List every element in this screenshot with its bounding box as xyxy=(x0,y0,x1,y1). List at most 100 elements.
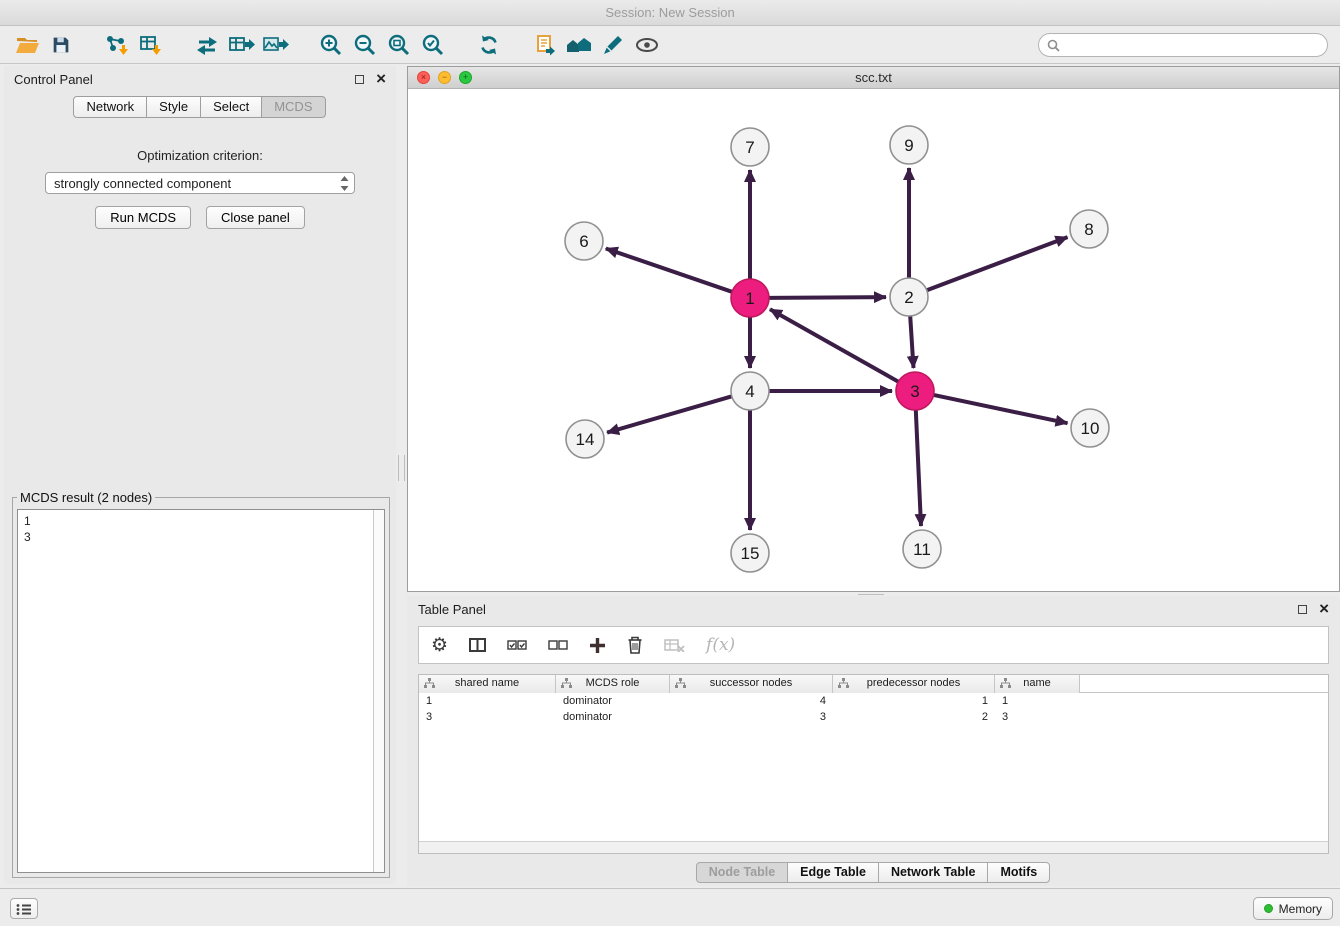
graph-edge-2-8[interactable] xyxy=(927,237,1068,290)
add-row-icon[interactable] xyxy=(589,637,606,654)
table-cell-mcds-role[interactable]: dominator xyxy=(556,693,670,709)
table-cell-shared-name[interactable]: 1 xyxy=(419,693,556,709)
table-cell-successor-nodes[interactable]: 4 xyxy=(670,693,833,709)
graph-node-6[interactable]: 6 xyxy=(565,222,603,260)
tab-motifs[interactable]: Motifs xyxy=(987,862,1050,883)
save-icon[interactable] xyxy=(44,30,78,60)
memory-button[interactable]: Memory xyxy=(1253,897,1333,920)
zoom-out-icon[interactable] xyxy=(348,30,382,60)
table-cell-predecessor-nodes[interactable]: 1 xyxy=(833,693,995,709)
mcds-result-title: MCDS result (2 nodes) xyxy=(17,490,155,505)
table-toolbar: ⚙ f(x) xyxy=(418,626,1329,664)
table-cell-mcds-role[interactable]: dominator xyxy=(556,709,670,725)
graph-node-10[interactable]: 10 xyxy=(1071,409,1109,447)
open-file-icon[interactable] xyxy=(10,30,44,60)
graph-node-1[interactable]: 1 xyxy=(731,279,769,317)
network-window: scc.txt × − + 7 9 6 8 1 2 4 3 14 10 15 11 xyxy=(407,66,1340,592)
tab-edge-table[interactable]: Edge Table xyxy=(787,862,879,883)
graph-node-14[interactable]: 14 xyxy=(566,420,604,458)
close-table-panel-icon[interactable]: × xyxy=(1319,604,1329,614)
function-builder-icon[interactable]: f(x) xyxy=(706,635,735,655)
graph-node-7[interactable]: 7 xyxy=(731,128,769,166)
float-panel-icon[interactable] xyxy=(355,75,364,84)
graph-node-4[interactable]: 4 xyxy=(731,372,769,410)
eye-icon[interactable] xyxy=(630,30,664,60)
export-table-icon[interactable] xyxy=(224,30,258,60)
column-header-shared-name[interactable]: shared name xyxy=(419,675,556,693)
table-cell-name[interactable]: 3 xyxy=(995,709,1080,725)
select-all-icon[interactable] xyxy=(507,639,527,651)
graph-node-3[interactable]: 3 xyxy=(896,372,934,410)
graph-edge-1-6[interactable] xyxy=(606,249,732,292)
svg-text:6: 6 xyxy=(579,232,588,251)
result-scrollbar[interactable] xyxy=(373,510,384,872)
run-mcds-button[interactable]: Run MCDS xyxy=(95,206,191,229)
tab-style[interactable]: Style xyxy=(146,96,201,118)
refresh-icon[interactable] xyxy=(472,30,506,60)
close-panel-button[interactable]: Close panel xyxy=(206,206,305,229)
graph-node-2[interactable]: 2 xyxy=(890,278,928,316)
delete-table-icon[interactable] xyxy=(664,638,685,652)
graph-edge-2-3[interactable] xyxy=(910,316,913,368)
table-cell-shared-name[interactable]: 3 xyxy=(419,709,556,725)
zoom-fit-icon[interactable] xyxy=(382,30,416,60)
graph-edge-1-2[interactable] xyxy=(769,297,886,298)
style-brush-icon[interactable] xyxy=(596,30,630,60)
optimization-criterion-select[interactable]: strongly connected component xyxy=(45,172,355,194)
svg-text:3: 3 xyxy=(910,382,919,401)
export-image-icon[interactable] xyxy=(258,30,292,60)
graph-node-11[interactable]: 11 xyxy=(903,530,941,568)
settings-gear-icon[interactable]: ⚙ xyxy=(431,634,448,657)
minimize-window-icon[interactable]: − xyxy=(438,71,451,84)
copy-view-icon[interactable] xyxy=(528,30,562,60)
svg-text:2: 2 xyxy=(904,288,913,307)
tab-select[interactable]: Select xyxy=(200,96,262,118)
tab-network[interactable]: Network xyxy=(73,96,147,118)
table-row[interactable]: 3dominator323 xyxy=(419,709,1328,725)
tab-mcds[interactable]: MCDS xyxy=(261,96,325,118)
graph-node-15[interactable]: 15 xyxy=(731,534,769,572)
graph-node-9[interactable]: 9 xyxy=(890,126,928,164)
memory-label: Memory xyxy=(1279,902,1322,916)
import-table-icon[interactable] xyxy=(134,30,168,60)
table-tabs: Node TableEdge TableNetwork TableMotifs xyxy=(407,862,1340,883)
import-network-icon[interactable] xyxy=(100,30,134,60)
close-window-icon[interactable]: × xyxy=(417,71,430,84)
graph-edge-3-11[interactable] xyxy=(916,410,921,526)
search-field[interactable] xyxy=(1038,33,1328,57)
search-input[interactable] xyxy=(1066,38,1319,52)
graph-edge-3-1[interactable] xyxy=(770,309,898,381)
graph-edge-4-14[interactable] xyxy=(607,396,732,432)
column-header-predecessor-nodes[interactable]: predecessor nodes xyxy=(833,675,995,693)
table-row[interactable]: 1dominator411 xyxy=(419,693,1328,709)
svg-text:4: 4 xyxy=(745,382,754,401)
column-header-successor-nodes[interactable]: successor nodes xyxy=(670,675,833,693)
float-table-panel-icon[interactable] xyxy=(1298,605,1307,614)
network-window-titlebar[interactable]: scc.txt × − + xyxy=(408,67,1339,89)
window-title: Session: New Session xyxy=(605,5,734,20)
vertical-splitter[interactable] xyxy=(398,455,405,481)
delete-row-trash-icon[interactable] xyxy=(627,636,643,654)
tab-node-table[interactable]: Node Table xyxy=(696,862,788,883)
table-horizontal-scrollbar[interactable] xyxy=(419,841,1328,853)
close-panel-icon[interactable]: × xyxy=(376,74,386,84)
table-cell-name[interactable]: 1 xyxy=(995,693,1080,709)
zoom-selected-icon[interactable] xyxy=(416,30,450,60)
deselect-all-icon[interactable] xyxy=(548,639,568,651)
split-columns-icon[interactable] xyxy=(469,638,486,652)
zoom-in-icon[interactable] xyxy=(314,30,348,60)
home-icon[interactable] xyxy=(562,30,596,60)
network-canvas[interactable]: 7 9 6 8 1 2 4 3 14 10 15 11 xyxy=(408,89,1339,591)
window-titlebar: Session: New Session xyxy=(0,0,1340,26)
table-cell-successor-nodes[interactable]: 3 xyxy=(670,709,833,725)
graph-node-8[interactable]: 8 xyxy=(1070,210,1108,248)
table-cell-predecessor-nodes[interactable]: 2 xyxy=(833,709,995,725)
control-panel-tabs: NetworkStyleSelectMCDS xyxy=(4,96,396,118)
task-list-button[interactable] xyxy=(10,898,38,919)
network-arrows-icon[interactable] xyxy=(190,30,224,60)
column-header-mcds-role[interactable]: MCDS role xyxy=(556,675,670,693)
tab-network-table[interactable]: Network Table xyxy=(878,862,989,883)
column-header-name[interactable]: name xyxy=(995,675,1080,693)
maximize-window-icon[interactable]: + xyxy=(459,71,472,84)
graph-edge-3-10[interactable] xyxy=(934,395,1068,423)
